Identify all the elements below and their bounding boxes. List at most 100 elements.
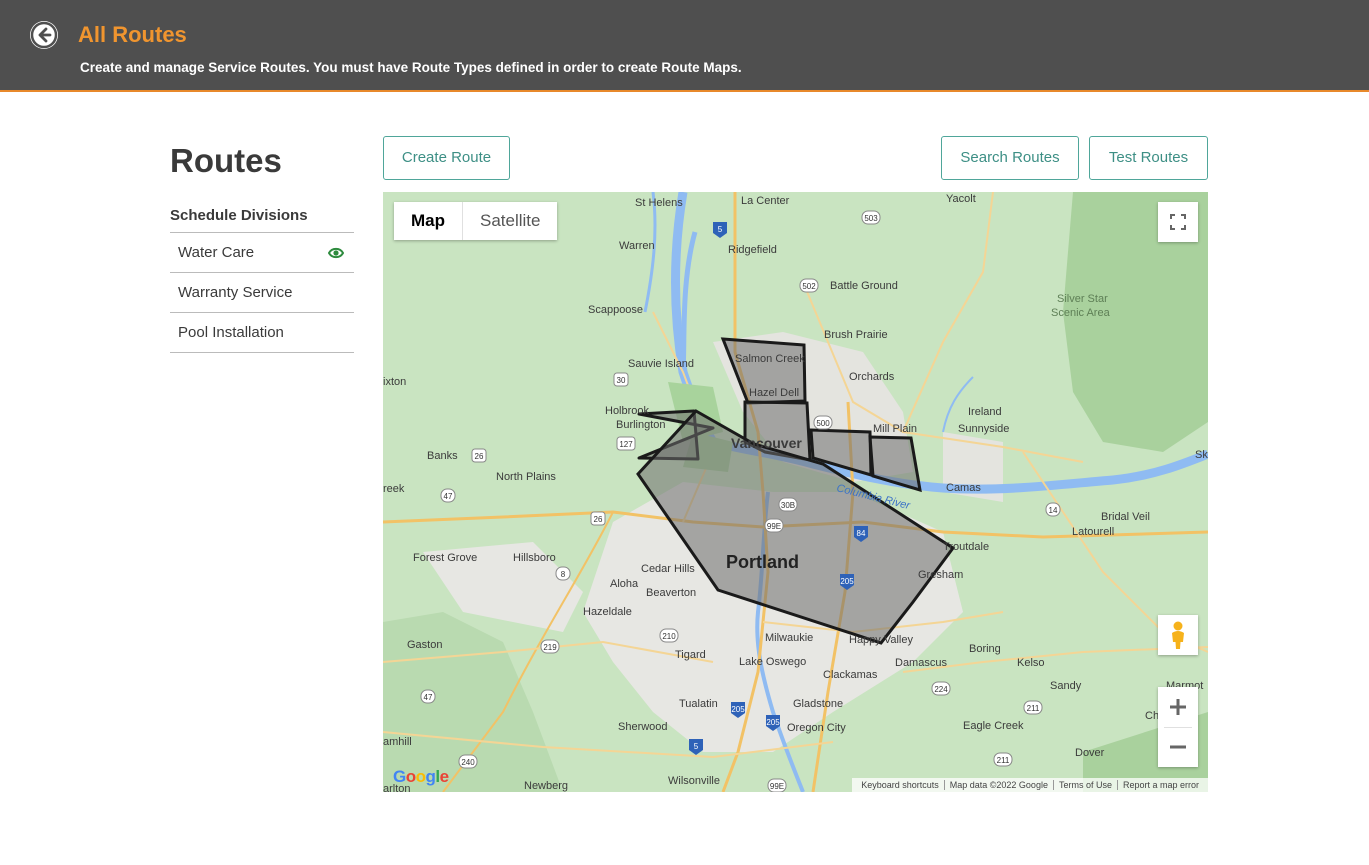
report-map-error-link[interactable]: Report a map error: [1118, 780, 1204, 790]
division-item-warranty-service[interactable]: Warranty Service: [170, 273, 354, 313]
svg-text:Dover: Dover: [1075, 747, 1105, 759]
search-routes-button[interactable]: Search Routes: [941, 136, 1079, 180]
svg-text:Gresham: Gresham: [918, 569, 963, 581]
svg-text:Battle Ground: Battle Ground: [830, 280, 898, 292]
svg-text:Happy Valley: Happy Valley: [849, 634, 913, 646]
svg-text:8: 8: [561, 570, 566, 579]
division-label: Warranty Service: [178, 284, 293, 301]
top-header-bar: All Routes Create and manage Service Rou…: [0, 0, 1369, 92]
division-item-water-care[interactable]: Water Care: [170, 233, 354, 273]
svg-text:503: 503: [864, 214, 878, 223]
svg-text:Sauvie Island: Sauvie Island: [628, 358, 694, 370]
svg-text:Mill Plain: Mill Plain: [873, 423, 917, 435]
svg-text:Bridal Veil: Bridal Veil: [1101, 511, 1150, 523]
svg-text:Beaverton: Beaverton: [646, 587, 696, 599]
svg-text:Orchards: Orchards: [849, 371, 895, 383]
svg-text:502: 502: [802, 282, 816, 291]
svg-text:219: 219: [543, 643, 557, 652]
svg-text:Newberg: Newberg: [524, 780, 568, 792]
street-view-pegman-icon[interactable]: [1158, 615, 1198, 655]
fullscreen-icon[interactable]: [1158, 202, 1198, 242]
zoom-controls: [1158, 687, 1198, 767]
terms-of-use-link[interactable]: Terms of Use: [1054, 780, 1118, 790]
svg-text:Forest Grove: Forest Grove: [413, 552, 477, 564]
svg-text:99E: 99E: [767, 522, 781, 531]
svg-text:Sandy: Sandy: [1050, 680, 1082, 692]
svg-text:Holbrook: Holbrook: [605, 405, 650, 417]
svg-text:84: 84: [857, 529, 866, 538]
svg-text:Warren: Warren: [619, 240, 655, 252]
schedule-divisions-heading: Schedule Divisions: [170, 207, 308, 224]
svg-text:Hazel Dell: Hazel Dell: [749, 387, 799, 399]
svg-text:Brush Prairie: Brush Prairie: [824, 329, 888, 341]
svg-text:Ridgefield: Ridgefield: [728, 244, 777, 256]
svg-text:Yacolt: Yacolt: [946, 193, 976, 205]
svg-text:Kelso: Kelso: [1017, 657, 1045, 669]
map-type-map-button[interactable]: Map: [394, 202, 463, 240]
svg-text:26: 26: [475, 452, 484, 461]
svg-text:amhill: amhill: [383, 736, 412, 748]
svg-text:99E: 99E: [770, 782, 784, 791]
back-arrow-icon[interactable]: [30, 21, 58, 49]
svg-text:210: 210: [662, 632, 676, 641]
svg-text:30: 30: [617, 376, 626, 385]
svg-text:Scappoose: Scappoose: [588, 304, 643, 316]
svg-text:Sk: Sk: [1195, 449, 1208, 461]
svg-text:Boring: Boring: [969, 643, 1001, 655]
create-route-button[interactable]: Create Route: [383, 136, 510, 180]
svg-text:211: 211: [1027, 704, 1040, 713]
svg-text:Damascus: Damascus: [895, 657, 947, 669]
plus-icon[interactable]: [1158, 687, 1198, 727]
svg-text:47: 47: [444, 492, 453, 501]
division-item-pool-installation[interactable]: Pool Installation: [170, 313, 354, 353]
svg-text:5: 5: [694, 742, 699, 751]
svg-text:Sherwood: Sherwood: [618, 721, 668, 733]
svg-text:Scenic Area: Scenic Area: [1051, 307, 1111, 319]
svg-text:Portland: Portland: [726, 552, 799, 572]
svg-text:Sunnyside: Sunnyside: [958, 423, 1009, 435]
svg-text:Troutdale: Troutdale: [943, 541, 989, 553]
map-type-satellite-button[interactable]: Satellite: [463, 202, 557, 240]
svg-text:Camas: Camas: [946, 482, 981, 494]
svg-text:Tualatin: Tualatin: [679, 698, 718, 710]
svg-text:Banks: Banks: [427, 450, 458, 462]
schedule-division-list: Water Care Warranty Service Pool Install…: [170, 232, 354, 353]
svg-text:Oregon City: Oregon City: [787, 722, 846, 734]
svg-text:240: 240: [461, 758, 475, 767]
keyboard-shortcuts-link[interactable]: Keyboard shortcuts: [856, 780, 945, 790]
test-routes-button[interactable]: Test Routes: [1089, 136, 1208, 180]
svg-text:ixton: ixton: [383, 376, 406, 388]
svg-text:La Center: La Center: [741, 195, 790, 207]
google-logo: Google: [393, 767, 449, 786]
svg-text:North Plains: North Plains: [496, 471, 556, 483]
svg-text:Latourell: Latourell: [1072, 526, 1114, 538]
svg-text:127: 127: [619, 440, 633, 449]
svg-text:205: 205: [731, 705, 745, 714]
svg-text:Eagle Creek: Eagle Creek: [963, 720, 1024, 732]
svg-text:Lake Oswego: Lake Oswego: [739, 656, 806, 668]
svg-text:Cedar Hills: Cedar Hills: [641, 563, 695, 575]
svg-text:Clackamas: Clackamas: [823, 669, 878, 681]
svg-text:St Helens: St Helens: [635, 197, 683, 209]
svg-text:Milwaukie: Milwaukie: [765, 632, 813, 644]
svg-text:500: 500: [816, 419, 830, 428]
svg-text:224: 224: [934, 685, 948, 694]
page-title: All Routes: [78, 22, 187, 47]
svg-text:Wilsonville: Wilsonville: [668, 775, 720, 787]
svg-text:Hazeldale: Hazeldale: [583, 606, 632, 618]
svg-text:30B: 30B: [781, 501, 795, 510]
map-data-attribution: Map data ©2022 Google: [945, 780, 1054, 790]
map-footer: Keyboard shortcuts Map data ©2022 Google…: [852, 778, 1208, 792]
svg-text:Silver Star: Silver Star: [1057, 293, 1108, 305]
svg-text:reek: reek: [383, 483, 405, 495]
division-label: Water Care: [178, 244, 255, 261]
eye-icon[interactable]: [328, 246, 344, 260]
route-map[interactable]: St Helens La Center Yacolt Warren Ridgef…: [383, 192, 1208, 792]
minus-icon[interactable]: [1158, 727, 1198, 767]
svg-text:Vancouver: Vancouver: [731, 435, 802, 451]
svg-text:47: 47: [424, 693, 433, 702]
svg-text:Gladstone: Gladstone: [793, 698, 843, 710]
svg-text:Gaston: Gaston: [407, 639, 442, 651]
svg-text:Tigard: Tigard: [675, 649, 706, 661]
svg-text:205: 205: [840, 577, 854, 586]
